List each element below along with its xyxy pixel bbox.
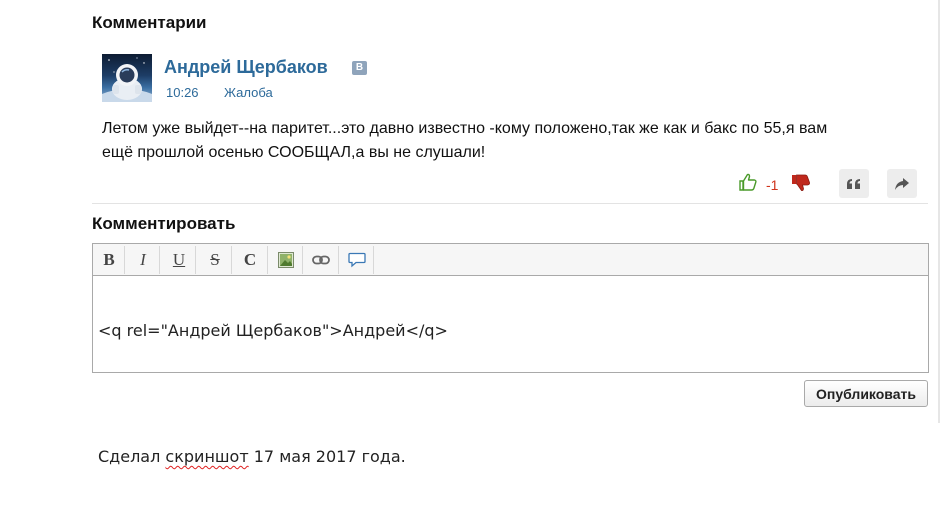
toolbar-divider bbox=[231, 246, 232, 274]
bold-button[interactable]: B bbox=[97, 248, 121, 272]
thumbs-down-icon[interactable] bbox=[790, 173, 812, 193]
page-right-border bbox=[938, 0, 940, 423]
misspelled-word[interactable]: скриншот bbox=[165, 447, 248, 466]
editor-line: Сделал скриншот 17 мая 2017 года. bbox=[98, 446, 923, 467]
toolbar-divider bbox=[195, 246, 196, 274]
insert-link-button[interactable] bbox=[309, 248, 333, 272]
editor-toolbar: B I U S C bbox=[93, 244, 928, 276]
underline-button[interactable]: U bbox=[167, 248, 191, 272]
strikethrough-button[interactable]: S bbox=[203, 248, 227, 272]
link-icon bbox=[312, 255, 330, 265]
insert-quote-button[interactable] bbox=[345, 248, 369, 272]
avatar[interactable] bbox=[102, 54, 152, 102]
image-icon bbox=[278, 252, 294, 268]
share-arrow-icon bbox=[895, 177, 909, 190]
vk-badge-icon[interactable]: B bbox=[352, 61, 367, 75]
publish-button[interactable]: Опубликовать bbox=[804, 380, 928, 407]
reply-heading: Комментировать bbox=[92, 214, 236, 233]
comment-textarea[interactable]: <q rel="Андрей Щербаков">Андрей</q> Сдел… bbox=[98, 278, 923, 466]
speech-bubble-icon bbox=[348, 252, 366, 268]
toolbar-divider bbox=[302, 246, 303, 274]
astronaut-avatar-image bbox=[102, 57, 152, 102]
comment-timestamp: 10:26 bbox=[166, 85, 199, 100]
editor-text: Сделал bbox=[98, 447, 166, 466]
toolbar-divider bbox=[124, 246, 125, 274]
editor-text: 17 мая 2017 года. bbox=[248, 447, 406, 466]
quote-icon bbox=[847, 178, 860, 189]
toolbar-divider bbox=[267, 246, 268, 274]
toolbar-divider bbox=[159, 246, 160, 274]
comment-body-line: ещё прошлой осенью СООБЩАЛ,а вы не слуша… bbox=[102, 144, 486, 161]
comments-heading: Комментарии bbox=[92, 13, 207, 32]
comment-body-line: Летом уже выйдет--на паритет...это давно… bbox=[102, 120, 828, 137]
toolbar-divider bbox=[373, 246, 374, 274]
comment-author-link[interactable]: Андрей Щербаков bbox=[164, 57, 328, 78]
insert-image-button[interactable] bbox=[274, 248, 298, 272]
comment-rating: -1 bbox=[766, 177, 779, 193]
italic-button[interactable]: I bbox=[131, 248, 155, 272]
comment-editor: B I U S C <q rel="Андрей Щербаков">Андре… bbox=[92, 243, 929, 466]
editor-blank-line bbox=[98, 383, 923, 404]
thumbs-up-icon[interactable] bbox=[738, 172, 758, 192]
c-button[interactable]: C bbox=[238, 248, 262, 272]
toolbar-divider bbox=[338, 246, 339, 274]
complaint-link[interactable]: Жалоба bbox=[224, 85, 273, 100]
share-button[interactable] bbox=[887, 169, 917, 198]
section-divider bbox=[92, 203, 928, 204]
quote-button[interactable] bbox=[839, 169, 869, 198]
editor-line: <q rel="Андрей Щербаков">Андрей</q> bbox=[98, 321, 448, 340]
comment-body: Летом уже выйдет--на паритет...это давно… bbox=[102, 117, 932, 165]
